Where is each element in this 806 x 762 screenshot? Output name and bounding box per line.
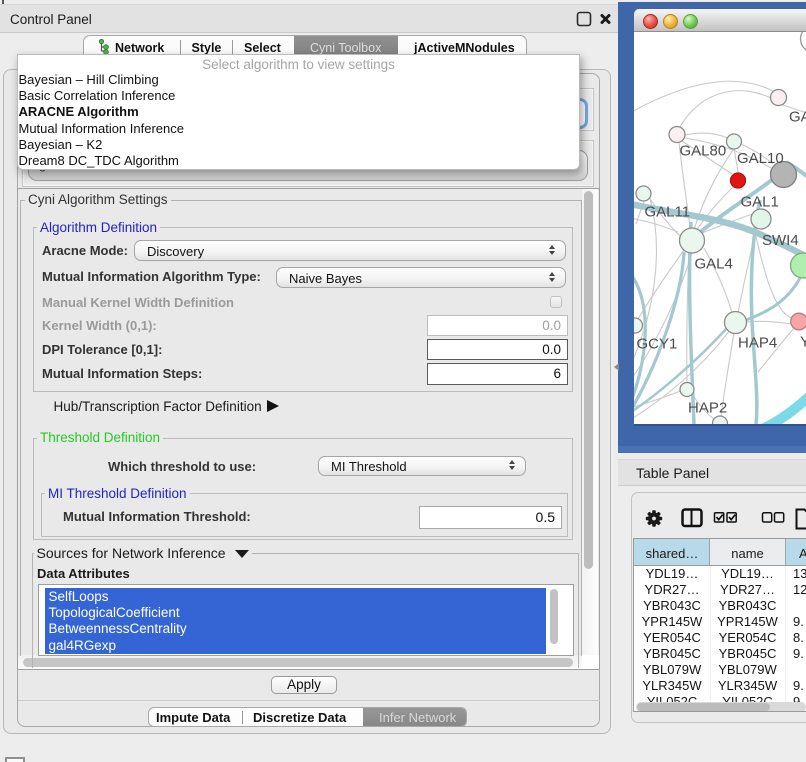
svg-text:Y: Y <box>800 334 806 351</box>
svg-text:HAP2: HAP2 <box>688 400 727 417</box>
svg-text:SWI4: SWI4 <box>762 232 799 249</box>
svg-text:GAL1: GAL1 <box>741 194 779 211</box>
svg-text:GAL2: GAL2 <box>789 109 806 126</box>
svg-text:GAL11: GAL11 <box>645 204 691 221</box>
svg-text:GAL4: GAL4 <box>695 256 733 273</box>
svg-text:GAL80: GAL80 <box>680 143 727 160</box>
svg-text:GAL10: GAL10 <box>737 150 784 167</box>
svg-text:HAP4: HAP4 <box>738 335 777 352</box>
svg-text:GCY1: GCY1 <box>637 336 678 353</box>
